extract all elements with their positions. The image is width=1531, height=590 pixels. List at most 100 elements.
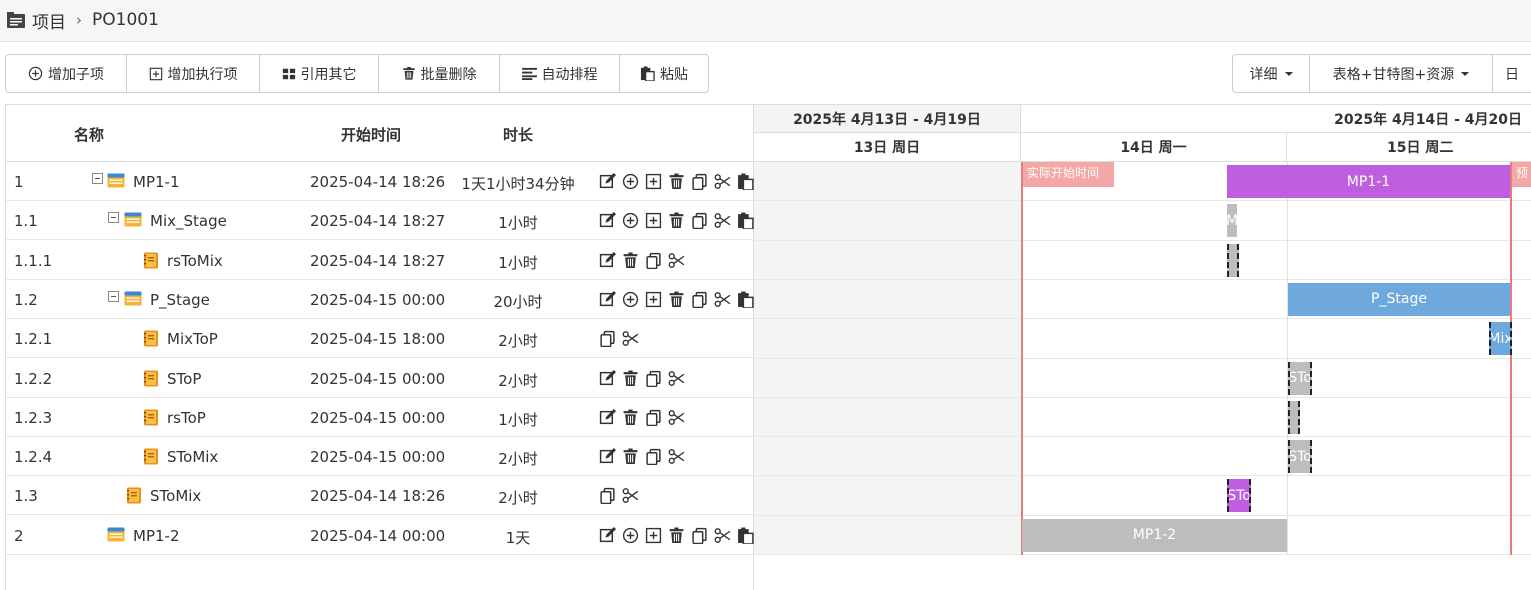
auto-schedule-button[interactable]: 自动排程 — [500, 55, 620, 92]
gantt-bar[interactable]: STo — [1288, 440, 1312, 474]
task-name[interactable]: rsToMix — [167, 252, 223, 270]
edit-icon[interactable] — [599, 408, 616, 430]
task-name[interactable]: Mix_Stage — [150, 212, 227, 230]
cut-icon[interactable] — [668, 409, 685, 430]
add-exec-icon[interactable] — [645, 291, 662, 312]
add-child-icon[interactable] — [622, 173, 639, 194]
task-name[interactable]: MP1-1 — [133, 173, 180, 191]
task-name[interactable]: MP1-2 — [133, 527, 180, 545]
delete-icon[interactable] — [622, 370, 639, 391]
table-row[interactable]: 1.1 Mix_Stage 2025-04-14 18:27 1小时 — [6, 201, 754, 241]
copy-icon[interactable] — [645, 409, 662, 430]
task-name[interactable]: rsToP — [167, 409, 206, 427]
task-name[interactable]: SToMix — [167, 448, 218, 466]
col-header-name[interactable]: 名称 — [74, 124, 104, 145]
table-row[interactable]: 1.2.1 MixToP 2025-04-15 18:00 2小时 — [6, 319, 754, 359]
gantt-bar[interactable]: M — [1227, 204, 1237, 238]
paste-icon[interactable] — [737, 212, 754, 233]
view-mode-dropdown[interactable]: 表格+甘特图+资源 — [1310, 55, 1493, 92]
edit-icon[interactable] — [599, 173, 616, 194]
delete-icon[interactable] — [668, 173, 685, 194]
edit-icon[interactable] — [599, 290, 616, 312]
collapse-toggle-icon[interactable] — [92, 173, 103, 184]
gantt-bar[interactable]: STo — [1288, 361, 1312, 395]
cut-icon[interactable] — [668, 448, 685, 469]
gantt-bar[interactable]: MP1-1 — [1227, 165, 1510, 198]
delete-icon[interactable] — [622, 448, 639, 469]
edit-icon[interactable] — [599, 526, 616, 548]
copy-icon[interactable] — [691, 212, 708, 233]
wbs-code: 1.2.4 — [14, 448, 53, 467]
gantt-bar[interactable]: MP1-2 — [1022, 518, 1287, 552]
task-name[interactable]: MixToP — [167, 330, 218, 348]
copy-icon[interactable] — [691, 291, 708, 312]
add-exec-item-button[interactable]: 增加执行项 — [127, 55, 260, 92]
edit-icon[interactable] — [599, 251, 616, 273]
detail-dropdown[interactable]: 详细 — [1233, 55, 1310, 92]
col-header-duration[interactable]: 时长 — [503, 124, 533, 145]
paste-icon[interactable] — [737, 527, 754, 548]
wbs-code: 1.1.1 — [14, 251, 53, 270]
table-row[interactable]: 1 MP1-1 2025-04-14 18:26 1天1小时34分钟 — [6, 162, 754, 201]
table-row[interactable]: 1.2.4 SToMix 2025-04-15 00:00 2小时 — [6, 437, 754, 477]
copy-icon[interactable] — [691, 527, 708, 548]
copy-icon[interactable] — [691, 173, 708, 194]
exec-task-icon — [143, 370, 159, 387]
task-name[interactable]: SToMix — [150, 487, 201, 505]
breadcrumb-current: PO1001 — [92, 10, 159, 30]
cut-icon[interactable] — [622, 487, 639, 508]
gantt-row-line — [754, 554, 1531, 555]
reference-other-button[interactable]: 引用其它 — [260, 55, 379, 92]
edit-icon[interactable] — [599, 369, 616, 391]
gantt-bar[interactable]: P_Stage — [1288, 282, 1510, 316]
copy-icon[interactable] — [599, 487, 616, 508]
day-scale-button[interactable]: 日 — [1493, 55, 1531, 92]
table-row[interactable]: 1.2.2 SToP 2025-04-15 00:00 2小时 — [6, 359, 754, 398]
col-header-start[interactable]: 开始时间 — [341, 124, 401, 145]
add-exec-icon[interactable] — [645, 212, 662, 233]
breadcrumb-root[interactable]: 项目 — [32, 8, 66, 33]
collapse-toggle-icon[interactable] — [108, 290, 119, 302]
add-exec-icon[interactable] — [645, 173, 662, 194]
edit-icon[interactable] — [599, 448, 616, 469]
table-row[interactable]: 1.2 P_Stage 2025-04-15 00:00 20小时 — [6, 280, 754, 319]
gantt-bar[interactable]: Mix — [1489, 322, 1512, 356]
paste-button[interactable]: 粘贴 — [620, 55, 708, 92]
add-child-button[interactable]: 增加子项 — [6, 55, 127, 92]
table-row[interactable]: 1.1.1 rsToMix 2025-04-14 18:27 1小时 — [6, 241, 754, 280]
gantt-bar[interactable]: STo — [1227, 479, 1251, 513]
table-row[interactable]: 1.2.3 rsToP 2025-04-15 00:00 1小时 — [6, 398, 754, 437]
delete-icon[interactable] — [668, 527, 685, 548]
cut-icon[interactable] — [714, 212, 731, 233]
table-row[interactable]: 1.3 SToMix 2025-04-14 18:26 2小时 — [6, 476, 754, 516]
cut-icon[interactable] — [668, 252, 685, 273]
task-name[interactable]: SToP — [167, 370, 201, 388]
edit-icon[interactable] — [599, 212, 616, 233]
delete-icon[interactable] — [622, 409, 639, 430]
delete-icon[interactable] — [622, 252, 639, 273]
add-child-icon[interactable] — [622, 291, 639, 312]
paste-icon — [640, 66, 655, 81]
cut-icon[interactable] — [714, 527, 731, 548]
batch-delete-button[interactable]: 批量删除 — [379, 55, 500, 92]
copy-icon[interactable] — [645, 370, 662, 391]
gantt-bar[interactable] — [1288, 400, 1300, 434]
paste-icon[interactable] — [737, 173, 754, 194]
copy-icon[interactable] — [645, 448, 662, 469]
add-exec-icon[interactable] — [645, 527, 662, 548]
task-name[interactable]: P_Stage — [150, 291, 210, 309]
cut-icon[interactable] — [668, 370, 685, 391]
delete-icon[interactable] — [668, 291, 685, 312]
cut-icon[interactable] — [622, 330, 639, 351]
gantt-bar[interactable] — [1227, 243, 1239, 277]
copy-icon[interactable] — [599, 330, 616, 351]
paste-icon[interactable] — [737, 291, 754, 312]
cut-icon[interactable] — [714, 291, 731, 312]
collapse-toggle-icon[interactable] — [108, 212, 119, 224]
add-child-icon[interactable] — [622, 212, 639, 233]
delete-icon[interactable] — [668, 212, 685, 233]
cut-icon[interactable] — [714, 173, 731, 194]
copy-icon[interactable] — [645, 252, 662, 273]
table-row[interactable]: 2 MP1-2 2025-04-14 00:00 1天 — [6, 516, 754, 555]
add-child-icon[interactable] — [622, 527, 639, 548]
